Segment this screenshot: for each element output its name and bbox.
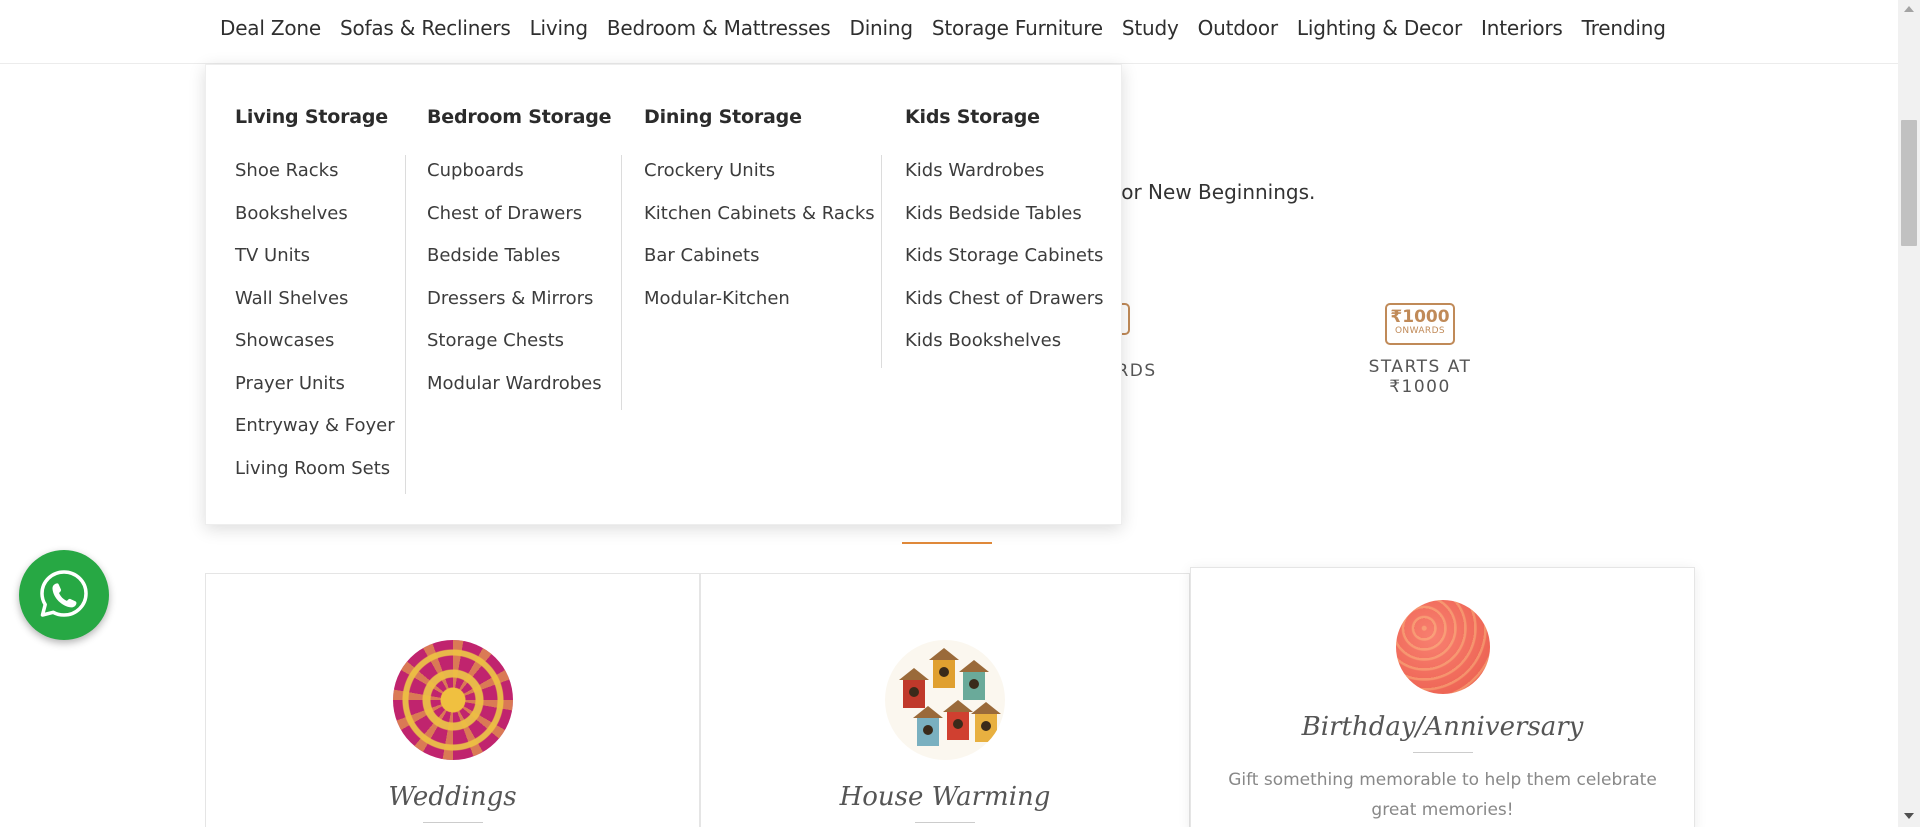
menu-item-kids-storage-cabinets[interactable]: Kids Storage Cabinets [905,235,1103,278]
house-warming-image [885,640,1005,760]
menu-column-living-storage: Living Storage Shoe Racks Bookshelves TV… [235,65,395,490]
feature-starts-at-1000: ₹1000 ONWARDS STARTS AT ₹1000 [1335,303,1505,397]
birdhouse-shape [943,700,973,740]
card-divider [915,822,975,823]
occasion-card-birthday-anniversary[interactable]: Birthday/Anniversary Gift something memo… [1190,567,1695,827]
birdhouse-shape [913,706,943,746]
column-divider [881,155,882,368]
menu-item-storage-chests[interactable]: Storage Chests [427,320,611,363]
occasion-card-weddings[interactable]: Weddings [205,573,700,827]
menu-column-bedroom-storage: Bedroom Storage Cupboards Chest of Drawe… [427,65,612,406]
menu-item-kids-wardrobes[interactable]: Kids Wardrobes [905,150,1103,193]
main-nav: Deal Zone Sofas & Recliners Living Bedro… [0,0,1898,64]
nav-item-trending[interactable]: Trending [1582,16,1666,40]
menu-item-wall-shelves[interactable]: Wall Shelves [235,278,395,321]
price-badge-amount: ₹1000 [1390,307,1450,327]
nav-item-deal-zone[interactable]: Deal Zone [220,16,321,40]
hero-tagline: t for New Beginnings. [1100,180,1316,204]
nav-item-outdoor[interactable]: Outdoor [1198,16,1278,40]
scrollbar-thumb[interactable] [1901,120,1917,246]
nav-item-study[interactable]: Study [1122,16,1179,40]
menu-item-modular-wardrobes[interactable]: Modular Wardrobes [427,363,611,406]
nav-item-sofas-recliners[interactable]: Sofas & Recliners [340,16,511,40]
nav-item-storage-furniture[interactable]: Storage Furniture [932,16,1103,40]
card-divider [1412,752,1473,753]
section-title-underline [902,542,992,544]
menu-item-bookshelves[interactable]: Bookshelves [235,193,395,236]
birdhouse-shape [899,668,929,708]
menu-column-heading[interactable]: Dining Storage [644,106,875,128]
menu-item-bar-cabinets[interactable]: Bar Cabinets [644,235,875,278]
nav-item-dining[interactable]: Dining [850,16,914,40]
menu-column-heading[interactable]: Bedroom Storage [427,106,612,128]
menu-column-kids-storage: Kids Storage Kids Wardrobes Kids Bedside… [905,65,1103,363]
nav-item-interiors[interactable]: Interiors [1481,16,1563,40]
menu-item-modular-kitchen[interactable]: Modular-Kitchen [644,278,875,321]
occasion-description: Gift something memorable to help them ce… [1228,770,1657,820]
occasion-card-house-warming[interactable]: House Warming [700,573,1190,827]
nav-item-living[interactable]: Living [530,16,588,40]
storage-furniture-mega-menu: Living Storage Shoe Racks Bookshelves TV… [205,64,1122,525]
menu-item-cupboards[interactable]: Cupboards [427,150,611,193]
occasion-title: Weddings [388,782,517,812]
menu-item-entryway-foyer[interactable]: Entryway & Foyer [235,405,395,448]
menu-item-living-room-sets[interactable]: Living Room Sets [235,448,395,491]
menu-item-kids-bookshelves[interactable]: Kids Bookshelves [905,320,1103,363]
nav-item-lighting-decor[interactable]: Lighting & Decor [1297,16,1462,40]
menu-item-dressers-mirrors[interactable]: Dressers & Mirrors [427,278,611,321]
occasion-title: Birthday/Anniversary [1301,712,1584,742]
menu-item-bedside-tables[interactable]: Bedside Tables [427,235,611,278]
menu-item-crockery-units[interactable]: Crockery Units [644,150,875,193]
feature-starts-at-label: STARTS AT ₹1000 [1368,357,1472,397]
page-scrollbar[interactable] [1898,0,1920,827]
scroll-up-arrow-icon[interactable] [1904,6,1914,12]
menu-column-heading[interactable]: Kids Storage [905,106,1103,128]
price-badge-onwards: ONWARDS [1394,326,1446,336]
menu-column-heading[interactable]: Living Storage [235,106,395,128]
birdhouse-shape [971,702,1001,742]
menu-item-shoe-racks[interactable]: Shoe Racks [235,150,395,193]
menu-item-tv-units[interactable]: TV Units [235,235,395,278]
column-divider [405,155,406,494]
main-nav-list: Deal Zone Sofas & Recliners Living Bedro… [220,16,1685,40]
price-badge-icon: ₹1000 ONWARDS [1385,303,1455,345]
menu-item-chest-of-drawers[interactable]: Chest of Drawers [427,193,611,236]
birdhouse-shape [959,660,989,700]
menu-item-kids-bedside-tables[interactable]: Kids Bedside Tables [905,193,1103,236]
menu-column-dining-storage: Dining Storage Crockery Units Kitchen Ca… [644,65,875,320]
menu-item-kids-chest-of-drawers[interactable]: Kids Chest of Drawers [905,278,1103,321]
whatsapp-icon [40,570,88,617]
occasion-title: House Warming [839,782,1051,812]
card-divider [422,822,483,823]
birthday-image [1395,600,1490,694]
menu-item-kitchen-cabinets-racks[interactable]: Kitchen Cabinets & Racks [644,193,875,236]
birdhouse-shape [929,648,959,688]
weddings-image [392,640,513,760]
menu-item-prayer-units[interactable]: Prayer Units [235,363,395,406]
menu-item-showcases[interactable]: Showcases [235,320,395,363]
column-divider [621,155,622,410]
whatsapp-chat-button[interactable] [19,550,109,640]
nav-item-bedroom-mattresses[interactable]: Bedroom & Mattresses [607,16,831,40]
scroll-down-arrow-icon[interactable] [1904,813,1914,819]
